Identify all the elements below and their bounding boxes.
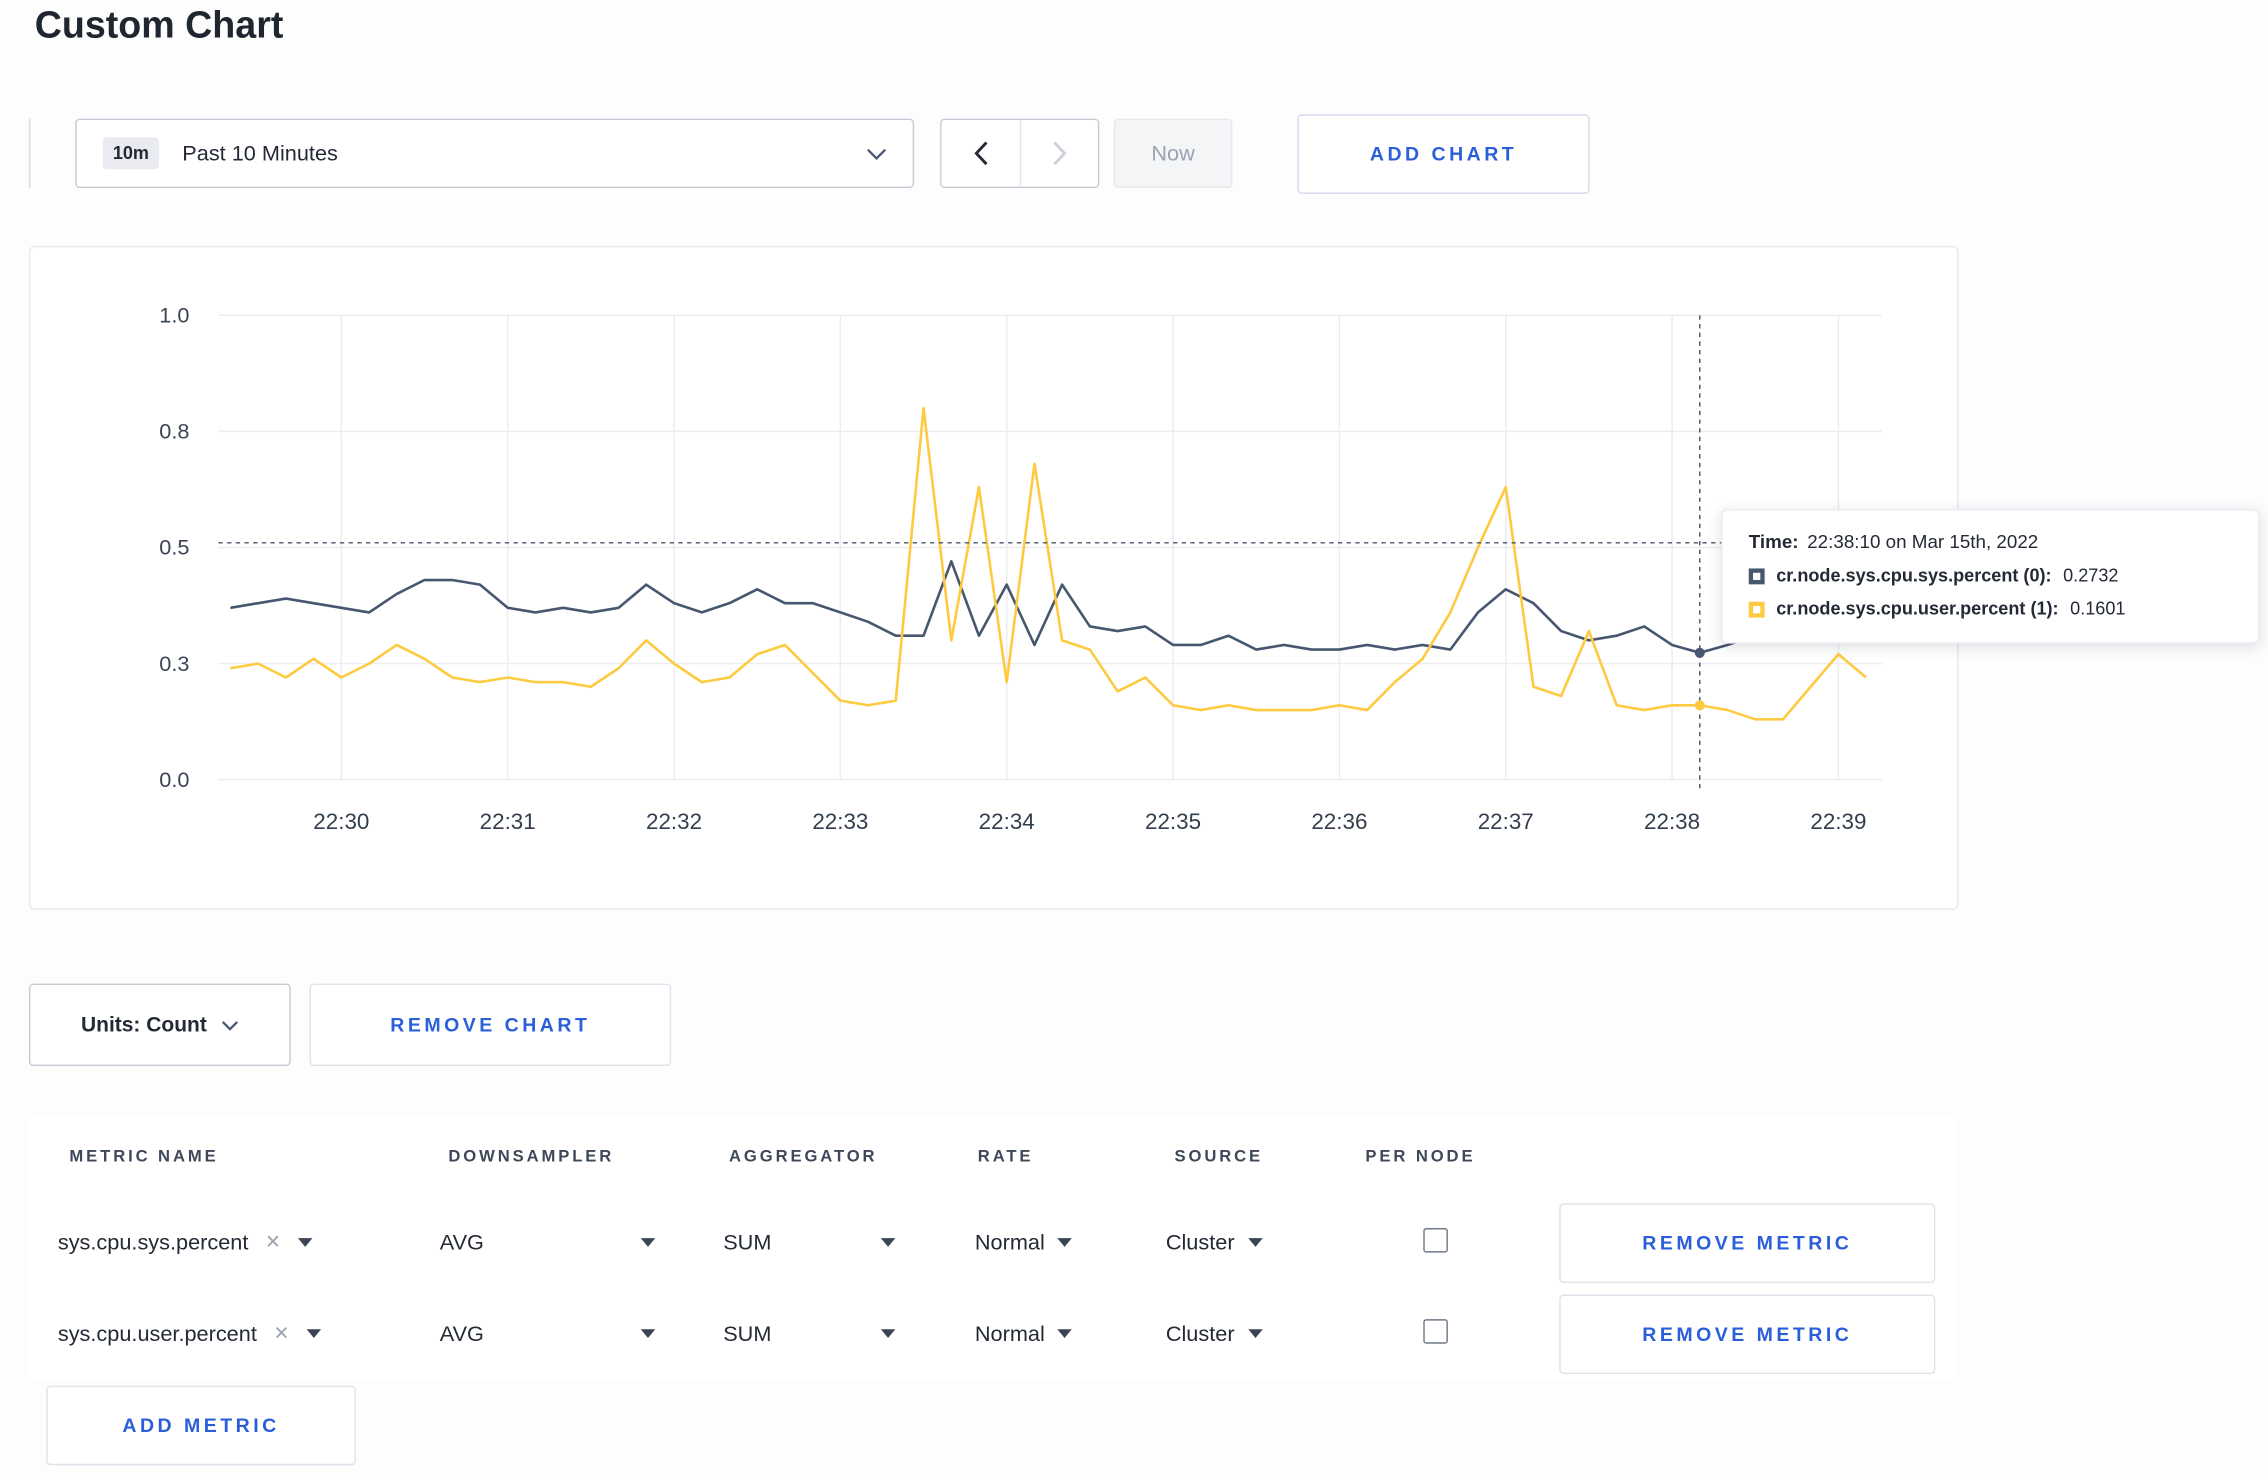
header-metric-name: METRIC NAME (69, 1148, 219, 1166)
svg-text:22:35: 22:35 (1145, 809, 1201, 834)
tooltip-series-name: cr.node.sys.cpu.sys.percent (0): (1776, 565, 2052, 586)
aggregator-value: SUM (723, 1321, 772, 1346)
downsampler-value: AVG (439, 1321, 484, 1346)
svg-text:22:37: 22:37 (1478, 809, 1534, 834)
svg-text:1.0: 1.0 (159, 303, 189, 328)
svg-text:22:32: 22:32 (646, 809, 702, 834)
metric-name-value: sys.cpu.sys.percent (57, 1230, 249, 1256)
caret-down-icon (305, 1329, 321, 1339)
source-value: Cluster (1165, 1321, 1235, 1346)
rate-value: Normal (974, 1230, 1045, 1255)
source-value: Cluster (1165, 1230, 1235, 1255)
header-source: SOURCE (1174, 1148, 1264, 1166)
units-label: Units: Count (80, 1013, 207, 1037)
caret-down-icon (1247, 1329, 1263, 1338)
rate-select[interactable]: Normal (974, 1230, 1073, 1255)
caret-down-icon (640, 1238, 655, 1247)
remove-metric-button[interactable]: REMOVE METRIC (1559, 1203, 1936, 1283)
svg-text:0.3: 0.3 (159, 651, 189, 676)
caret-down-icon (640, 1329, 655, 1338)
source-select[interactable]: Cluster (1165, 1230, 1263, 1255)
tooltip-time: Time: 22:38:10 on Mar 15th, 2022 (1749, 531, 2232, 553)
toolbar-divider (28, 118, 31, 189)
tooltip-time-value: 22:38:10 on Mar 15th, 2022 (1807, 530, 2039, 553)
prev-range-button[interactable] (941, 120, 1020, 187)
svg-text:22:31: 22:31 (480, 809, 536, 834)
metric-row: sys.cpu.user.percent AVG SUM Normal Clus… (46, 1289, 1955, 1380)
time-range-badge: 10m (102, 137, 160, 170)
chevron-left-icon (973, 141, 987, 166)
remove-metric-button[interactable]: REMOVE METRIC (1559, 1294, 1936, 1375)
caret-down-icon (297, 1238, 312, 1248)
svg-text:0.8: 0.8 (159, 419, 189, 444)
tooltip-series-name: cr.node.sys.cpu.user.percent (1): (1776, 598, 2059, 620)
clear-icon[interactable] (266, 1230, 280, 1256)
caret-down-icon (1057, 1238, 1073, 1247)
source-select[interactable]: Cluster (1165, 1321, 1263, 1346)
caret-down-icon (1247, 1238, 1263, 1247)
metrics-table: METRIC NAME DOWNSAMPLER AGGREGATOR RATE … (28, 1116, 1956, 1380)
downsampler-select[interactable]: AVG (440, 1230, 655, 1255)
tooltip-series-row: cr.node.sys.cpu.sys.percent (0): 0.2732 (1748, 565, 2232, 586)
svg-text:0.0: 0.0 (159, 767, 189, 792)
chevron-down-icon (221, 1020, 239, 1031)
chart-tooltip: Time: 22:38:10 on Mar 15th, 2022 cr.node.… (1721, 509, 2260, 644)
svg-text:22:39: 22:39 (1810, 809, 1866, 834)
tooltip-series-value: 0.2732 (2063, 565, 2119, 586)
caret-down-icon (881, 1238, 896, 1247)
metric-name-value: sys.cpu.user.percent (57, 1321, 257, 1347)
series-swatch-icon (1748, 567, 1765, 584)
chevron-right-icon (1053, 141, 1067, 166)
time-range-dropdown[interactable]: 10m Past 10 Minutes (75, 118, 915, 189)
downsampler-select[interactable]: AVG (440, 1321, 655, 1346)
caret-down-icon (1057, 1329, 1073, 1338)
svg-text:22:34: 22:34 (979, 809, 1035, 834)
header-per-node: PER NODE (1365, 1148, 1476, 1166)
clear-icon[interactable] (274, 1321, 288, 1347)
per-node-checkbox[interactable] (1423, 1227, 1448, 1252)
aggregator-select[interactable]: SUM (723, 1321, 896, 1346)
tooltip-series-value: 0.1601 (2070, 598, 2126, 620)
rate-select[interactable]: Normal (974, 1321, 1073, 1346)
time-range-label: Past 10 Minutes (182, 141, 338, 166)
next-range-button[interactable] (1019, 120, 1098, 187)
chart-panel: 0.0 0.3 0.5 0.8 1.0 22:30 22:31 22:32 22:33 22:34… (28, 245, 1959, 910)
svg-text:22:36: 22:36 (1311, 809, 1367, 834)
tooltip-series-row: cr.node.sys.cpu.user.percent (1): 0.1601 (1748, 598, 2232, 620)
svg-text:22:38: 22:38 (1644, 809, 1700, 834)
custom-chart-page: Custom Chart 10m Past 10 Minutes Now ADD… (0, 0, 2268, 1478)
rate-value: Normal (974, 1321, 1045, 1346)
header-downsampler: DOWNSAMPLER (448, 1148, 615, 1166)
metric-name-select[interactable]: sys.cpu.user.percent (58, 1321, 321, 1347)
header-aggregator: AGGREGATOR (728, 1148, 878, 1166)
svg-text:0.5: 0.5 (159, 535, 189, 560)
page-title: Custom Chart (34, 2, 284, 47)
now-button[interactable]: Now (1113, 118, 1233, 189)
chevron-down-icon (867, 148, 887, 160)
chart-canvas[interactable]: 0.0 0.3 0.5 0.8 1.0 22:30 22:31 22:32 22:33 22:34… (30, 247, 1957, 908)
caret-down-icon (881, 1329, 896, 1338)
per-node-checkbox[interactable] (1423, 1318, 1448, 1344)
units-dropdown[interactable]: Units: Count (28, 983, 291, 1067)
downsampler-value: AVG (439, 1230, 484, 1255)
header-rate: RATE (977, 1148, 1034, 1166)
add-chart-button[interactable]: ADD CHART (1297, 114, 1590, 194)
remove-chart-button[interactable]: REMOVE CHART (309, 983, 672, 1067)
add-metric-button[interactable]: ADD METRIC (46, 1385, 356, 1466)
aggregator-select[interactable]: SUM (723, 1230, 896, 1255)
tooltip-time-label: Time: (1748, 530, 1799, 553)
svg-text:22:30: 22:30 (313, 809, 369, 834)
metric-name-select[interactable]: sys.cpu.sys.percent (58, 1230, 312, 1256)
series-swatch-icon (1748, 600, 1765, 617)
aggregator-value: SUM (723, 1230, 772, 1255)
metrics-table-header: METRIC NAME DOWNSAMPLER AGGREGATOR RATE … (46, 1117, 1955, 1198)
time-range-pager (940, 118, 1100, 189)
metric-row: sys.cpu.sys.percent AVG SUM Normal Clust… (46, 1198, 1955, 1289)
svg-text:22:33: 22:33 (812, 809, 868, 834)
